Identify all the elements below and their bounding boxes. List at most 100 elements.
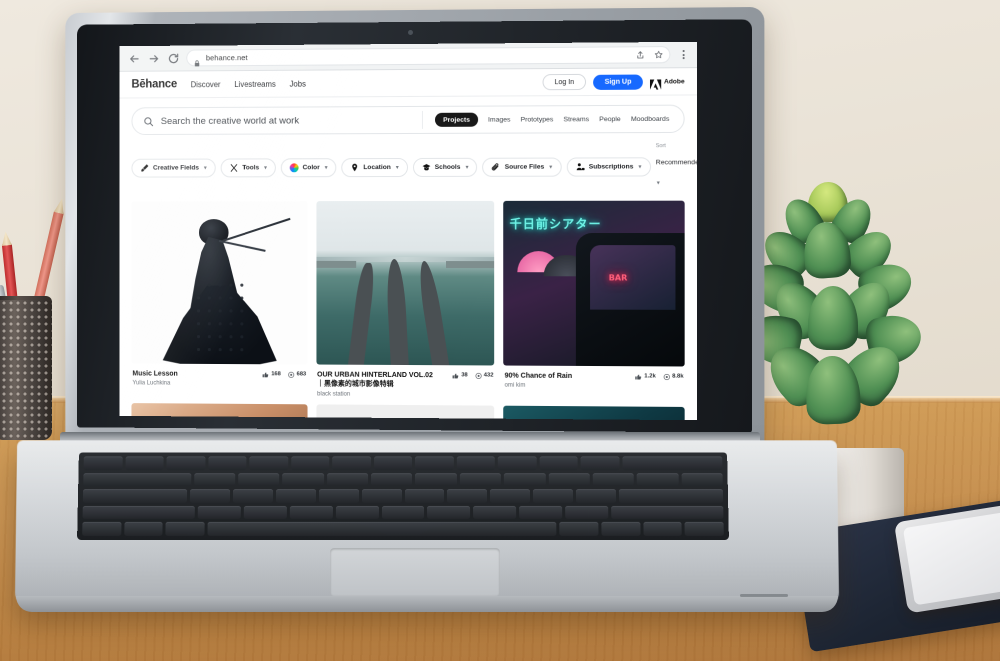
project-thumbnail[interactable]: 千日前シアター BAR xyxy=(503,200,685,367)
filter-bar: Creative Fields ▾ Tools ▾ Color ▾ Locati… xyxy=(120,133,697,191)
project-title[interactable]: Music Lesson xyxy=(132,369,256,379)
laptop: behance.net Bēhance Discover Livestreams xyxy=(0,0,1000,661)
search-input[interactable]: Search the creative world at work xyxy=(161,114,422,127)
project-card[interactable]: 千日前シアター BAR 90% Chance of Rain omi kim 1… xyxy=(503,200,685,399)
filter-label: Source Files xyxy=(504,163,545,171)
project-thumbnail[interactable] xyxy=(503,405,685,421)
trackpad[interactable] xyxy=(329,548,501,596)
likes-count: 1.2k xyxy=(644,373,656,380)
filter-label: Creative Fields xyxy=(152,164,199,172)
tab-projects[interactable]: Projects xyxy=(435,112,479,127)
filter-label: Tools xyxy=(242,164,260,172)
project-card[interactable]: OUR URBAN HINTERLAND VOL.02 ｜黑像素的城市影像特辑 … xyxy=(316,200,495,399)
filter-subscriptions[interactable]: Subscriptions ▾ xyxy=(566,157,651,177)
paperclip-icon xyxy=(492,163,501,172)
filter-tools[interactable]: Tools ▾ xyxy=(220,158,276,178)
keyboard-row xyxy=(83,472,723,487)
filter-location[interactable]: Location ▾ xyxy=(341,157,408,178)
paint-tool-icon xyxy=(140,164,149,173)
project-grid-row-2 xyxy=(120,396,697,421)
site-header: Bēhance Discover Livestreams Jobs Log In… xyxy=(119,68,697,99)
tab-streams[interactable]: Streams xyxy=(563,116,589,123)
likes-stat: 1.2k xyxy=(635,373,656,380)
project-stats: 168 683 xyxy=(262,370,306,378)
keyboard-row xyxy=(82,522,724,536)
polka-dots xyxy=(193,279,245,359)
behance-page: Bēhance Discover Livestreams Jobs Log In… xyxy=(119,68,697,421)
chevron-down-icon: ▾ xyxy=(549,164,553,171)
project-author[interactable]: Yulia Luchkina xyxy=(132,381,256,388)
filter-creative-fields[interactable]: Creative Fields ▾ xyxy=(131,158,216,178)
project-thumbnail[interactable] xyxy=(316,200,495,366)
project-card[interactable]: Music Lesson Yulia Luchkina 168 683 xyxy=(131,200,308,397)
person-lock-icon xyxy=(576,162,585,171)
filter-schools[interactable]: Schools ▾ xyxy=(412,157,478,177)
project-grid: Music Lesson Yulia Luchkina 168 683 OUR … xyxy=(120,190,697,399)
behance-logo[interactable]: Bēhance xyxy=(131,78,177,90)
laptop-screen: behance.net Bēhance Discover Livestreams xyxy=(119,41,697,421)
views-stat: 432 xyxy=(475,372,494,379)
filter-label: Color xyxy=(302,164,320,172)
chevron-down-icon: ▾ xyxy=(465,164,469,171)
views-count: 432 xyxy=(483,372,494,379)
keyboard-row xyxy=(83,456,723,470)
filter-color[interactable]: Color ▾ xyxy=(280,158,337,178)
views-stat: 683 xyxy=(288,371,306,378)
graduation-cap-icon xyxy=(422,163,431,172)
reload-icon[interactable] xyxy=(167,52,180,65)
browser-chrome: behance.net xyxy=(119,41,697,72)
back-arrow-icon[interactable] xyxy=(128,52,141,65)
nav-link-livestreams[interactable]: Livestreams xyxy=(234,79,275,88)
filter-source-files[interactable]: Source Files ▾ xyxy=(482,157,562,177)
chevron-down-icon: ▾ xyxy=(395,164,399,171)
nav-link-jobs[interactable]: Jobs xyxy=(290,79,306,88)
likes-stat: 38 xyxy=(452,372,468,379)
views-count: 8.8k xyxy=(672,373,684,380)
filter-label: Location xyxy=(363,163,391,171)
bridge-road-center xyxy=(384,258,409,365)
project-meta: OUR URBAN HINTERLAND VOL.02 ｜黑像素的城市影像特辑 … xyxy=(316,364,494,398)
adobe-logo[interactable]: Adobe xyxy=(649,76,685,90)
likes-count: 38 xyxy=(461,372,468,379)
tab-people[interactable]: People xyxy=(599,116,620,123)
keyboard-row xyxy=(82,505,724,520)
kebab-menu-icon[interactable] xyxy=(678,50,689,60)
project-stats: 1.2k 8.8k xyxy=(635,372,684,380)
keyboard[interactable] xyxy=(77,452,729,540)
project-thumbnail[interactable] xyxy=(131,200,308,365)
webcam-icon xyxy=(408,30,413,35)
violin-bow xyxy=(222,217,291,242)
tab-moodboards[interactable]: Moodboards xyxy=(631,115,669,122)
adobe-mark-icon xyxy=(649,76,661,90)
chevron-down-icon: ▾ xyxy=(656,180,660,187)
star-icon[interactable] xyxy=(654,50,663,59)
chevron-down-icon: ▾ xyxy=(638,164,642,171)
address-bar[interactable]: behance.net xyxy=(186,46,671,67)
tab-prototypes[interactable]: Prototypes xyxy=(521,116,554,123)
log-in-button[interactable]: Log In xyxy=(542,73,587,91)
lock-icon xyxy=(193,54,201,66)
search-bar[interactable]: Search the creative world at work Projec… xyxy=(131,104,685,136)
project-author[interactable]: omi kim xyxy=(505,383,629,390)
views-stat: 8.8k xyxy=(663,373,684,380)
violin-figure-arm xyxy=(219,239,266,252)
sort-control[interactable]: Sort Recommended ▾ xyxy=(656,143,697,190)
share-icon[interactable] xyxy=(636,50,645,59)
forward-arrow-icon[interactable] xyxy=(147,52,160,65)
sign-up-button[interactable]: Sign Up xyxy=(593,74,643,90)
project-title-line2[interactable]: ｜黑像素的城市影像特辑 xyxy=(317,380,446,390)
sort-value: Recommended xyxy=(655,158,697,167)
filter-label: Schools xyxy=(434,163,461,171)
nav-link-discover[interactable]: Discover xyxy=(191,80,221,89)
bridge-road-right xyxy=(415,260,449,365)
adobe-label: Adobe xyxy=(664,77,685,86)
views-count: 683 xyxy=(296,371,307,378)
car-window xyxy=(590,244,676,310)
bridge-road-left xyxy=(347,262,376,365)
project-author[interactable]: black station xyxy=(317,391,446,398)
chevron-down-icon: ▾ xyxy=(264,165,268,172)
keyboard-row xyxy=(82,489,724,503)
tab-images[interactable]: Images xyxy=(488,116,510,123)
project-title[interactable]: 90% Chance of Rain xyxy=(505,371,629,381)
bridge-ramp-right xyxy=(446,260,495,268)
